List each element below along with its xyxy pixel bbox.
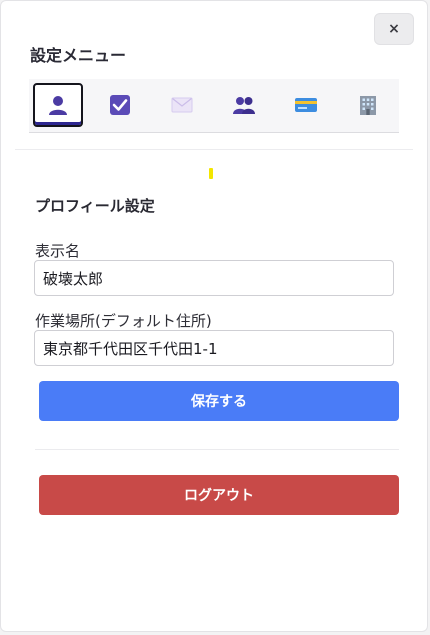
office-building-icon (360, 96, 376, 115)
menu-title: 設定メニュー (30, 46, 127, 65)
header-divider (15, 149, 413, 150)
credit-card-icon (295, 98, 317, 112)
section-title: プロフィール設定 (35, 197, 155, 215)
display-name-input[interactable] (34, 260, 394, 296)
envelope-icon (171, 97, 193, 113)
tab-profile[interactable] (33, 83, 83, 127)
settings-tab-bar (29, 79, 399, 133)
close-icon: × (388, 21, 400, 37)
active-indicator (209, 168, 213, 179)
person-icon (49, 96, 67, 115)
people-icon (233, 97, 255, 114)
settings-panel: × 設定メニュー プロフィール設定 表示名 破壊太郎 作業場所(デフォルト住所)… (0, 0, 428, 632)
section-divider (35, 449, 399, 450)
checkbox-icon (110, 95, 130, 115)
tab-members[interactable] (219, 83, 269, 127)
workplace-input[interactable] (34, 330, 394, 366)
display-name-label: 表示名 (35, 242, 81, 260)
tab-mail[interactable] (157, 83, 207, 127)
workplace-label: 作業場所(デフォルト住所) (35, 312, 212, 330)
tab-company[interactable] (343, 83, 393, 127)
tab-tasks[interactable] (95, 83, 145, 127)
logout-button[interactable]: ログアウト (39, 475, 399, 515)
save-button[interactable]: 保存する (39, 381, 399, 421)
tab-payment[interactable] (281, 83, 331, 127)
close-button[interactable]: × (374, 13, 414, 45)
